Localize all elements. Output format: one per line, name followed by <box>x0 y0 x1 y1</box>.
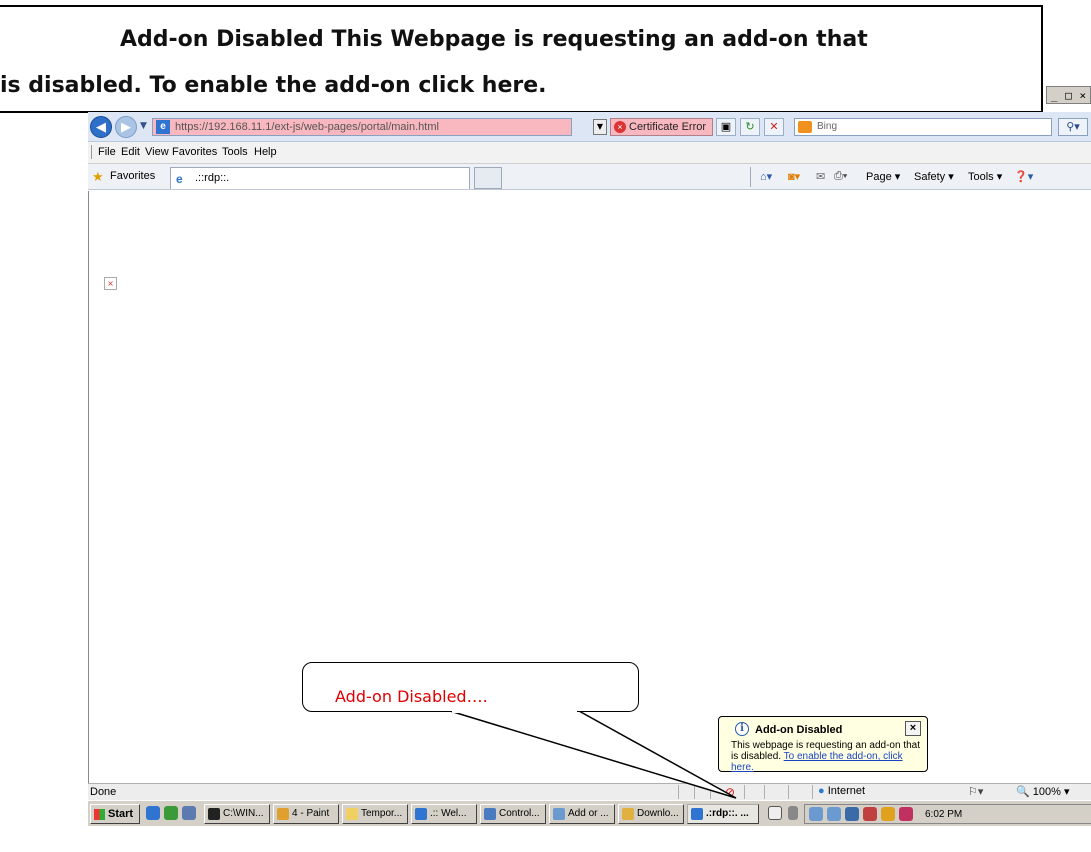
system-tray: 6:02 PM <box>804 804 1091 824</box>
ie-quicklaunch-icon[interactable] <box>146 806 160 820</box>
task-ie-rdp[interactable]: .:rdp::. ... <box>687 804 759 824</box>
task-label: Control... <box>499 808 540 819</box>
taskbar: Start C:\WIN... 4 - Paint Tempor... .:: … <box>88 800 1091 826</box>
refresh-quicklaunch-icon[interactable] <box>164 806 178 820</box>
start-label: Start <box>108 808 134 820</box>
callout-tail-cover <box>452 711 577 713</box>
task-folder[interactable]: Tempor... <box>342 804 408 824</box>
control-panel-icon <box>484 808 496 820</box>
task-label: C:\WIN... <box>223 808 264 819</box>
folder-icon <box>346 808 358 820</box>
task-control-panel[interactable]: Control... <box>480 804 546 824</box>
task-label: .:: Wel... <box>430 808 467 819</box>
add-remove-icon <box>553 808 565 820</box>
clock[interactable]: 6:02 PM <box>925 809 962 820</box>
pin-tray-icon[interactable] <box>788 806 798 820</box>
windows-logo-icon <box>94 809 105 820</box>
task-downloads[interactable]: Downlo... <box>618 804 684 824</box>
task-label: 4 - Paint <box>292 808 330 819</box>
task-label: Tempor... <box>361 808 403 819</box>
desktop-quicklaunch-icon[interactable] <box>182 806 196 820</box>
network-icon[interactable] <box>845 807 859 821</box>
shield-icon[interactable] <box>881 807 895 821</box>
start-button[interactable]: Start <box>90 804 140 824</box>
task-label: Downlo... <box>637 808 679 819</box>
help-tray-icon[interactable] <box>768 806 782 820</box>
cmd-icon <box>208 808 220 820</box>
tray-icon-2[interactable] <box>827 807 841 821</box>
paint-icon <box>277 808 289 820</box>
ie-icon <box>691 808 703 820</box>
ie-icon <box>415 808 427 820</box>
task-paint[interactable]: 4 - Paint <box>273 804 339 824</box>
task-cmd[interactable]: C:\WIN... <box>204 804 270 824</box>
task-ie-welcome[interactable]: .:: Wel... <box>411 804 477 824</box>
task-label: .:rdp::. ... <box>706 808 749 819</box>
task-label: Add or ... <box>568 808 609 819</box>
task-add-remove[interactable]: Add or ... <box>549 804 615 824</box>
tray-icon-1[interactable] <box>809 807 823 821</box>
downloads-icon <box>622 808 634 820</box>
security-icon[interactable] <box>899 807 913 821</box>
tray-icon-4[interactable] <box>863 807 877 821</box>
